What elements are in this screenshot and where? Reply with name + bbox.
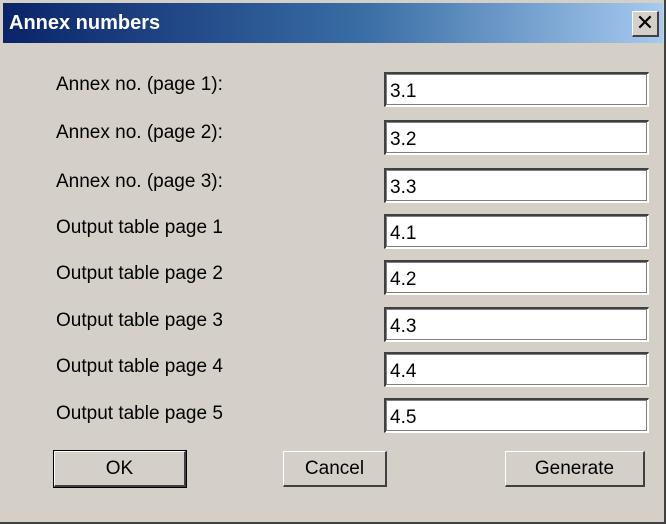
output-page-2-input[interactable] bbox=[384, 260, 649, 295]
title-bar[interactable]: Annex numbers ✕ bbox=[3, 3, 663, 43]
row-label-annex-page-3: Annex no. (page 3): bbox=[56, 171, 223, 192]
output-page-1-input[interactable] bbox=[384, 214, 649, 249]
annex-page-2-input[interactable] bbox=[384, 120, 649, 155]
row-label-annex-page-1: Annex no. (page 1): bbox=[56, 74, 223, 95]
row-label-annex-page-2: Annex no. (page 2): bbox=[56, 122, 223, 143]
output-page-4-input[interactable] bbox=[384, 352, 649, 387]
cancel-button[interactable]: Cancel bbox=[283, 451, 387, 487]
row-label-output-page-1: Output table page 1 bbox=[56, 217, 223, 238]
generate-button[interactable]: Generate bbox=[505, 451, 645, 487]
row-label-output-page-3: Output table page 3 bbox=[56, 310, 223, 331]
dialog-title: Annex numbers bbox=[9, 12, 161, 34]
annex-numbers-dialog: Annex numbers ✕ Annex no. (page 1): Anne… bbox=[0, 0, 666, 524]
close-button[interactable]: ✕ bbox=[632, 11, 659, 37]
close-icon: ✕ bbox=[635, 10, 655, 36]
row-label-output-page-5: Output table page 5 bbox=[56, 403, 223, 424]
annex-page-3-input[interactable] bbox=[384, 168, 649, 203]
annex-page-1-input[interactable] bbox=[384, 72, 649, 107]
ok-button[interactable]: OK bbox=[53, 450, 187, 488]
output-page-5-input[interactable] bbox=[384, 398, 649, 433]
row-label-output-page-2: Output table page 2 bbox=[56, 263, 223, 284]
output-page-3-input[interactable] bbox=[384, 307, 649, 342]
row-label-output-page-4: Output table page 4 bbox=[56, 356, 223, 377]
